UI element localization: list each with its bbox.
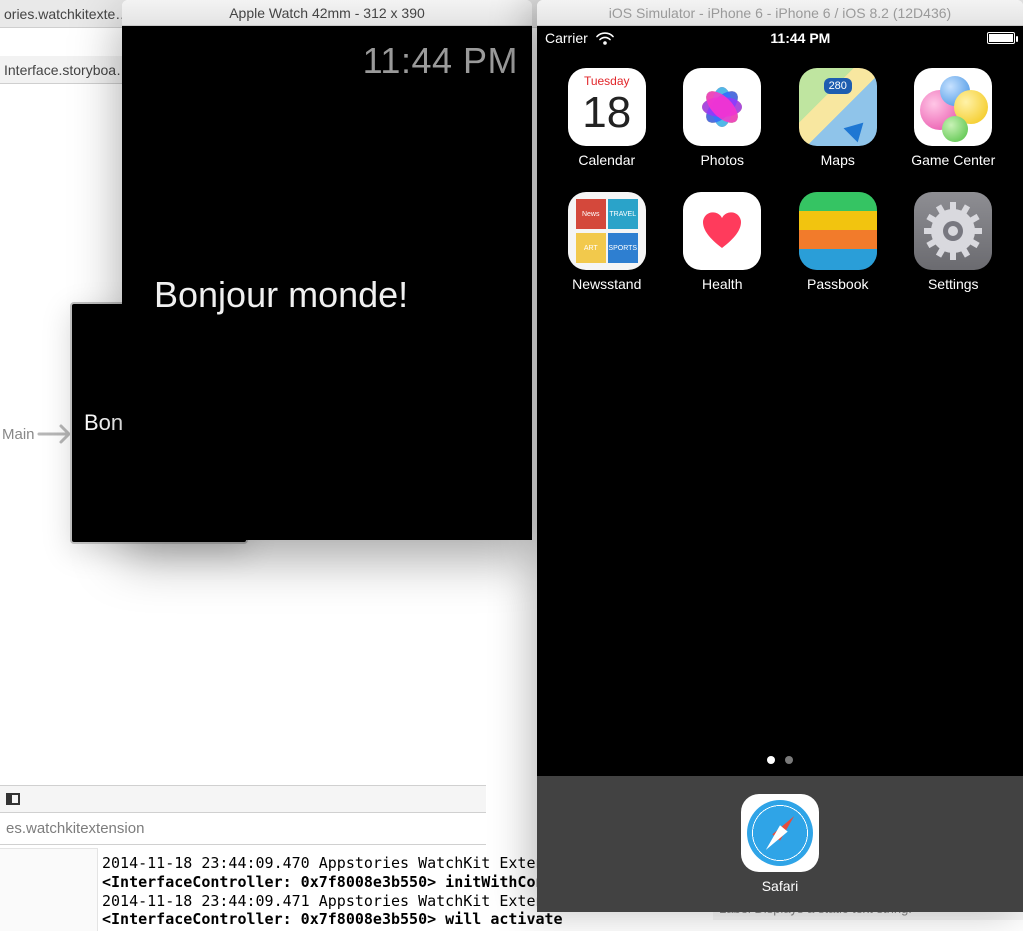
- app-safari[interactable]: Safari: [741, 794, 819, 894]
- console-line: <InterfaceController: 0x7f8008e3b550> wi…: [102, 910, 563, 928]
- breadcrumb-text: es.watchkitextension: [6, 820, 144, 837]
- app-label: Safari: [762, 878, 799, 894]
- app-label: Maps: [821, 152, 855, 168]
- calendar-icon: Tuesday 18: [568, 68, 646, 146]
- storyboard-entry-arrow: Main: [2, 418, 75, 450]
- home-screen[interactable]: Tuesday 18 Calendar: [537, 50, 1023, 292]
- watch-time: 11:44 PM: [363, 40, 518, 82]
- panel-toggle-icon[interactable]: [6, 793, 20, 805]
- app-label: Calendar: [578, 152, 635, 168]
- page-dot-active: [767, 756, 775, 764]
- app-label: Health: [702, 276, 742, 292]
- page-dot: [785, 756, 793, 764]
- maps-icon: 280: [799, 68, 877, 146]
- xcode-breadcrumb[interactable]: es.watchkitextension: [0, 813, 486, 845]
- wifi-icon: [596, 31, 614, 45]
- xcode-bottom-toolbar: [0, 785, 486, 813]
- app-label: Settings: [928, 276, 979, 292]
- location-arrow-icon: [843, 116, 870, 143]
- console-line: <InterfaceController: 0x7f8008e3b550> in…: [102, 873, 563, 891]
- iphone-title-text: iOS Simulator - iPhone 6 - iPhone 6 / iO…: [609, 5, 951, 21]
- app-label: Game Center: [911, 152, 995, 168]
- app-passbook[interactable]: Passbook: [790, 192, 886, 292]
- app-health[interactable]: Health: [675, 192, 771, 292]
- status-time: 11:44 PM: [770, 30, 830, 46]
- health-icon: [683, 192, 761, 270]
- app-gamecenter[interactable]: Game Center: [906, 68, 1002, 168]
- watch-window-title: Apple Watch 42mm - 312 x 390: [122, 0, 532, 26]
- app-calendar[interactable]: Tuesday 18 Calendar: [559, 68, 655, 168]
- gamecenter-icon: [914, 68, 992, 146]
- console-sidebar: [0, 848, 97, 931]
- calendar-date: 18: [582, 88, 631, 138]
- app-label: Passbook: [807, 276, 868, 292]
- iphone-screen[interactable]: Carrier 11:44 PM Tuesday 18 Calendar: [537, 26, 1023, 912]
- app-label: Newsstand: [572, 276, 641, 292]
- app-grid: Tuesday 18 Calendar: [559, 68, 1001, 292]
- xcode-tab-label[interactable]: ories.watchkitexte…: [4, 6, 129, 22]
- app-maps[interactable]: 280 Maps: [790, 68, 886, 168]
- newsstand-icon: News TRAVEL ART SPORTS: [568, 192, 646, 270]
- settings-icon: [914, 192, 992, 270]
- main-label: Main: [2, 426, 35, 443]
- watch-message-label: Bonjour monde!: [154, 274, 408, 316]
- xcode-file-tab-label: Interface.storyboa…: [4, 62, 130, 78]
- watch-simulator-window[interactable]: Apple Watch 42mm - 312 x 390 11:44 PM Bo…: [122, 0, 532, 540]
- maps-shield: 280: [824, 78, 852, 94]
- app-photos[interactable]: Photos: [675, 68, 771, 168]
- page-indicator[interactable]: [537, 756, 1023, 764]
- app-settings[interactable]: Settings: [906, 192, 1002, 292]
- safari-icon: [741, 794, 819, 872]
- watch-title-text: Apple Watch 42mm - 312 x 390: [229, 5, 425, 21]
- calendar-day: Tuesday: [568, 74, 646, 88]
- iphone-simulator-window[interactable]: iOS Simulator - iPhone 6 - iPhone 6 / iO…: [537, 0, 1023, 912]
- app-newsstand[interactable]: News TRAVEL ART SPORTS Newsstand: [559, 192, 655, 292]
- watch-screen[interactable]: 11:44 PM Bonjour monde!: [122, 26, 532, 540]
- battery-icon: [987, 32, 1015, 44]
- status-bar: Carrier 11:44 PM: [537, 26, 1023, 50]
- console-line: 2014-11-18 23:44:09.470 Appstories Watch…: [102, 854, 563, 872]
- photos-icon: [683, 68, 761, 146]
- passbook-icon: [799, 192, 877, 270]
- carrier-label: Carrier: [545, 30, 588, 46]
- dock: Safari: [537, 776, 1023, 912]
- app-label: Photos: [700, 152, 744, 168]
- iphone-window-title: iOS Simulator - iPhone 6 - iPhone 6 / iO…: [537, 0, 1023, 26]
